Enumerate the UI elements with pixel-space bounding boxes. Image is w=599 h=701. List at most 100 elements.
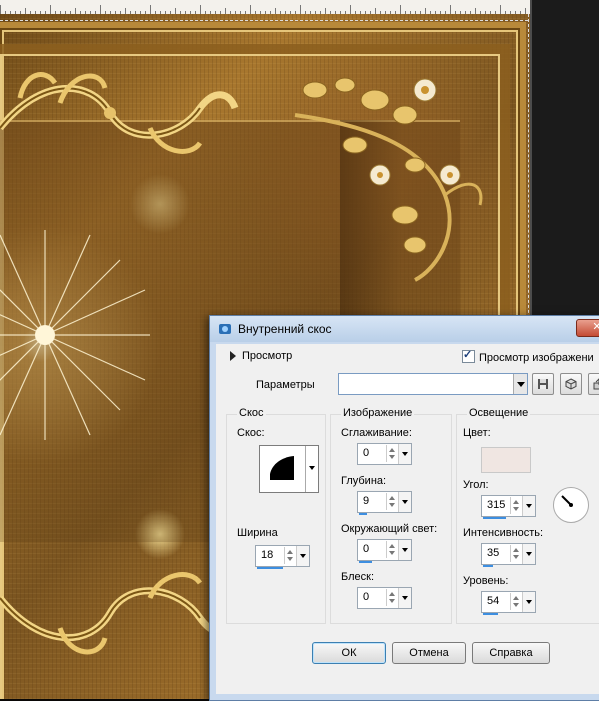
ruler-tick (100, 5, 101, 14)
dialog-title: Внутренний скос (238, 322, 332, 336)
resource-manager-button[interactable] (560, 373, 582, 395)
lighting-group: Освещение Цвет: Угол: 315 Интенсивность:… (456, 407, 599, 624)
intensity-dropdown[interactable] (522, 544, 535, 564)
bevel-shape-dropdown-arrow[interactable] (305, 446, 318, 492)
intensity-slider-bar (483, 565, 493, 567)
ambience-value: 0 (363, 543, 370, 555)
image-group: Изображение Сглаживание: 0 Глубина: 9 Ок… (330, 407, 452, 624)
top-ruler (0, 0, 599, 15)
depth-spinbox[interactable]: 9 (357, 491, 412, 515)
ruler-tick (500, 5, 501, 14)
width-slider-bar (257, 567, 283, 569)
bevel-shape-picker[interactable] (259, 445, 319, 493)
angle-dial-needle-icon (561, 495, 573, 507)
elevation-dropdown[interactable] (522, 592, 535, 612)
width-spinbox[interactable]: 18 (255, 545, 310, 569)
selection-border-top (0, 20, 528, 21)
shininess-dropdown[interactable] (398, 588, 411, 608)
inner-bevel-dialog: Внутренний скос ✕ Просмотр Просмотр изоб… (209, 315, 599, 701)
help-button[interactable]: Справка (472, 642, 550, 664)
depth-dropdown[interactable] (398, 492, 411, 512)
intensity-value: 35 (487, 547, 500, 559)
preview-image-label: Просмотр изображени (479, 352, 594, 364)
dialog-titlebar[interactable]: Внутренний скос ✕ (210, 316, 599, 342)
smoothing-dropdown[interactable] (398, 444, 411, 464)
app-icon (219, 324, 231, 334)
ambience-stepper[interactable] (386, 541, 398, 558)
angle-value: 315 (487, 499, 506, 511)
depth-value: 9 (363, 495, 370, 507)
bevel-group-title: Скос (237, 407, 266, 419)
elevation-label: Уровень: (463, 575, 509, 587)
depth-stepper[interactable] (386, 493, 398, 510)
intensity-spinbox[interactable]: 35 (481, 543, 536, 567)
shininess-stepper[interactable] (386, 589, 398, 606)
elevation-stepper[interactable] (510, 593, 522, 610)
gold-scroll-ornament-bottom (0, 572, 230, 655)
angle-dropdown[interactable] (522, 496, 535, 516)
ruler-tick (300, 5, 301, 14)
ambience-spinbox[interactable]: 0 (357, 539, 412, 563)
ruler-tick (200, 5, 201, 14)
preview-expander[interactable]: Просмотр (230, 350, 292, 362)
ok-button[interactable]: ОК (312, 642, 386, 664)
smoothing-label: Сглаживание: (341, 427, 412, 439)
width-label: Ширина (237, 527, 278, 539)
smoothing-stepper[interactable] (386, 445, 398, 462)
width-dropdown[interactable] (296, 546, 309, 566)
intensity-stepper[interactable] (510, 545, 522, 562)
image-group-title: Изображение (341, 407, 415, 419)
save-preset-button[interactable] (532, 373, 554, 395)
light-color-swatch[interactable] (481, 447, 531, 473)
preview-image-checkbox[interactable]: Просмотр изображени (462, 348, 594, 364)
bevel-group: Скос Скос: Ширина 18 (226, 407, 326, 624)
ambience-slider-bar (359, 561, 372, 563)
shininess-label: Блеск: (341, 571, 374, 583)
presets-label: Параметры (256, 379, 315, 391)
depth-label: Глубина: (341, 475, 387, 487)
color-label: Цвет: (463, 427, 491, 439)
ambience-label: Окружающий свет: (341, 523, 438, 535)
ruler-tick (50, 5, 51, 14)
bevel-shape-icon (270, 456, 294, 480)
randomize-button[interactable] (588, 373, 599, 395)
shininess-spinbox[interactable]: 0 (357, 587, 412, 609)
angle-spinbox[interactable]: 315 (481, 495, 536, 519)
elevation-value: 54 (487, 595, 500, 607)
bevel-shape-label: Скос: (237, 427, 265, 439)
dropdown-arrow-icon[interactable] (513, 374, 527, 394)
angle-dial[interactable] (553, 487, 589, 523)
angle-label: Угол: (463, 479, 489, 491)
intensity-label: Интенсивность: (463, 527, 544, 539)
presets-combobox[interactable] (338, 373, 528, 395)
cancel-button[interactable]: Отмена (392, 642, 466, 664)
smoothing-value: 0 (363, 447, 370, 459)
ambience-dropdown[interactable] (398, 540, 411, 560)
ruler-tick (150, 5, 151, 14)
angle-stepper[interactable] (510, 497, 522, 514)
export-icon (593, 378, 599, 390)
width-stepper[interactable] (284, 547, 296, 564)
close-button[interactable]: ✕ (576, 319, 599, 337)
gold-scroll-ornament-top (0, 72, 239, 154)
expand-arrow-icon (230, 351, 236, 362)
floppy-disk-icon (538, 379, 548, 389)
ruler-tick (450, 5, 451, 14)
ruler-tick (400, 5, 401, 14)
cube-icon (565, 378, 577, 390)
preview-label: Просмотр (242, 350, 293, 362)
sparkle-star-decoration (0, 230, 150, 440)
dialog-body: Просмотр Просмотр изображени Параметры С… (216, 344, 599, 694)
elevation-slider-bar (483, 613, 498, 615)
ruler-tick (350, 5, 351, 14)
angle-slider-bar (483, 517, 506, 519)
elevation-spinbox[interactable]: 54 (481, 591, 536, 615)
smoothing-spinbox[interactable]: 0 (357, 443, 412, 465)
shininess-value: 0 (363, 591, 370, 603)
depth-slider-bar (359, 513, 367, 515)
ruler-tick (0, 5, 1, 14)
lighting-group-title: Освещение (467, 407, 531, 419)
checkbox-checked-icon (462, 348, 475, 363)
width-value: 18 (261, 549, 274, 561)
gold-flower-branch-ornament (294, 77, 483, 282)
